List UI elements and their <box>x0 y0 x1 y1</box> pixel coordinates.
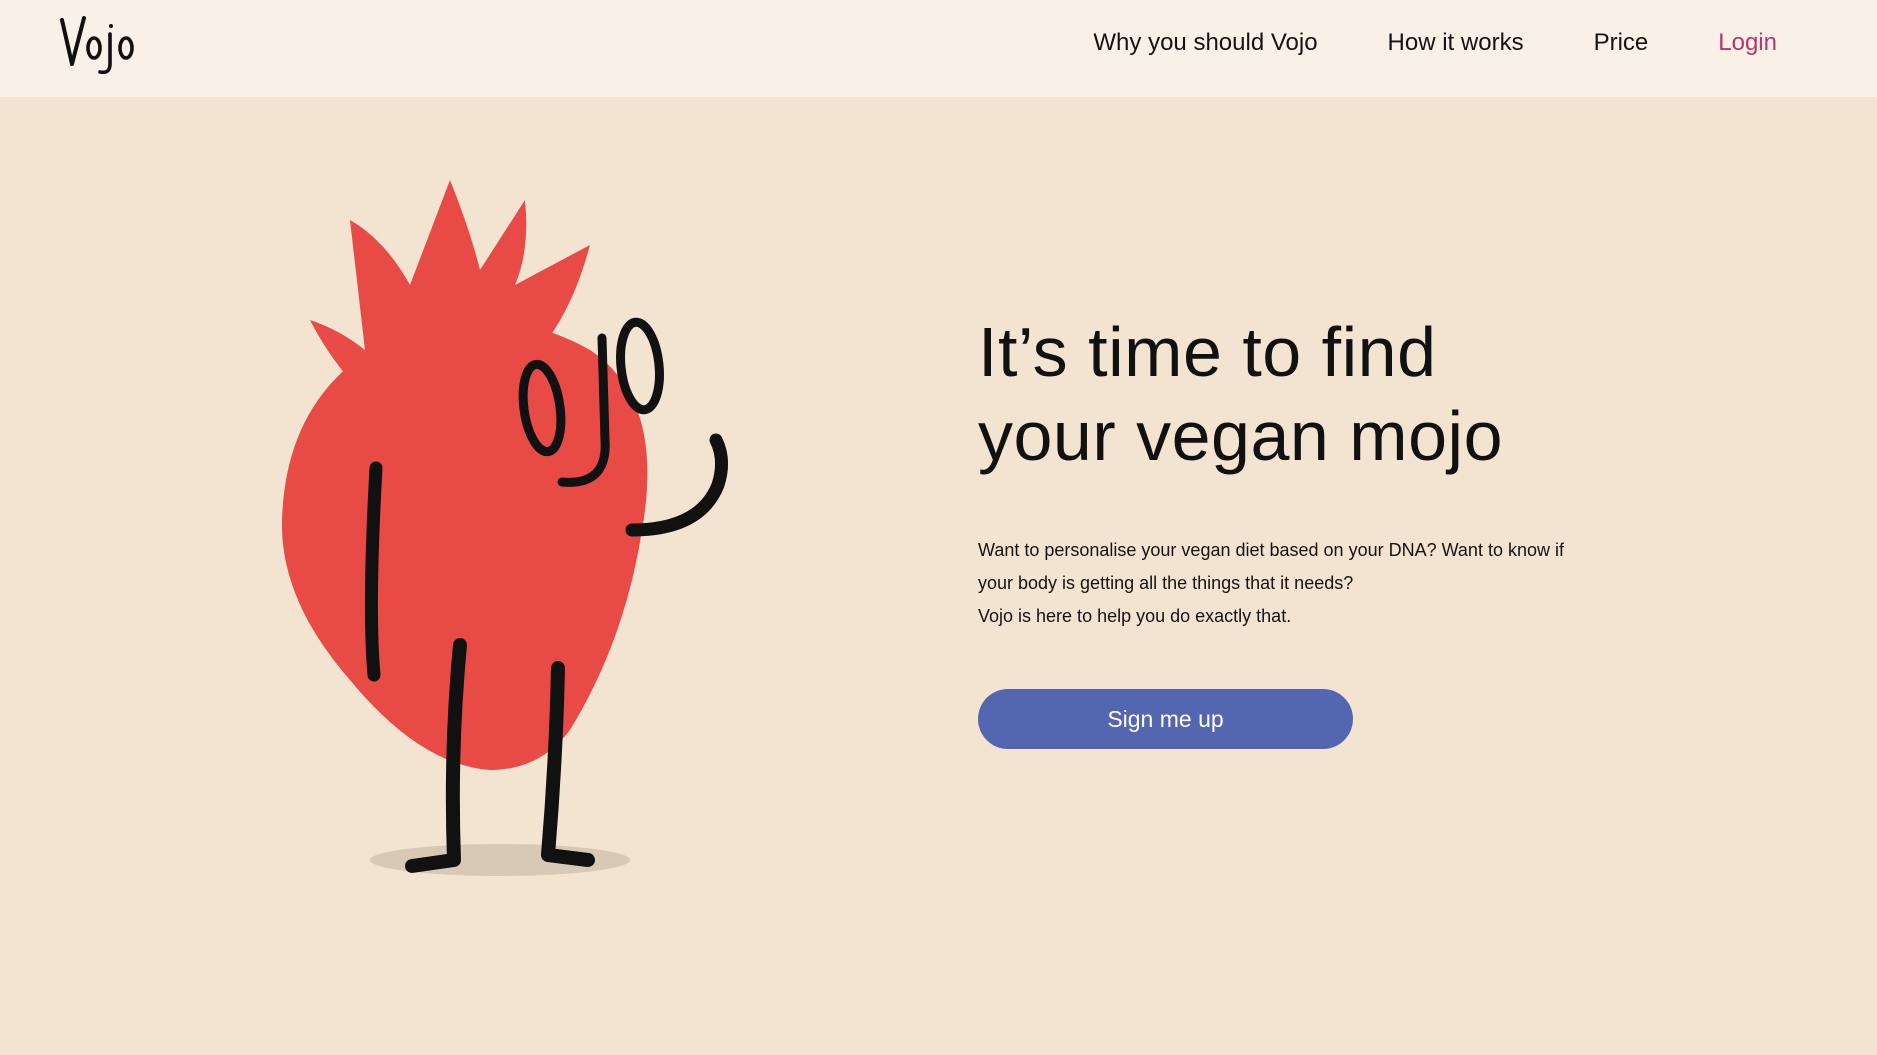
hero-description: Want to personalise your vegan diet base… <box>978 534 1658 633</box>
sign-me-up-button[interactable]: Sign me up <box>978 689 1353 749</box>
strawberry-mascot-icon <box>281 180 728 876</box>
mascot-body <box>281 318 648 770</box>
nav-why-vojo[interactable]: Why you should Vojo <box>1093 29 1317 57</box>
headline-line-1: It’s time to find <box>978 313 1437 391</box>
strawberry-mascot-illustration <box>270 170 740 890</box>
hero-headline: It’s time to find your vegan mojo <box>978 310 1698 478</box>
nav-login[interactable]: Login <box>1718 29 1777 57</box>
description-line-3: Vojo is here to help you do exactly that… <box>978 606 1292 626</box>
nav-how-it-works[interactable]: How it works <box>1388 29 1524 57</box>
mascot-left-arm <box>364 461 383 682</box>
description-line-2: your body is getting all the things that… <box>978 573 1354 593</box>
headline-line-2: your vegan mojo <box>978 397 1504 475</box>
description-line-1: Want to personalise your vegan diet base… <box>978 540 1564 560</box>
vojo-wordmark-icon <box>60 16 134 75</box>
nav-price[interactable]: Price <box>1594 29 1649 57</box>
site-header: Why you should Vojo How it works Price L… <box>0 0 1877 97</box>
vojo-logo[interactable] <box>58 14 142 75</box>
main-nav: Why you should Vojo How it works Price L… <box>1093 0 1777 85</box>
